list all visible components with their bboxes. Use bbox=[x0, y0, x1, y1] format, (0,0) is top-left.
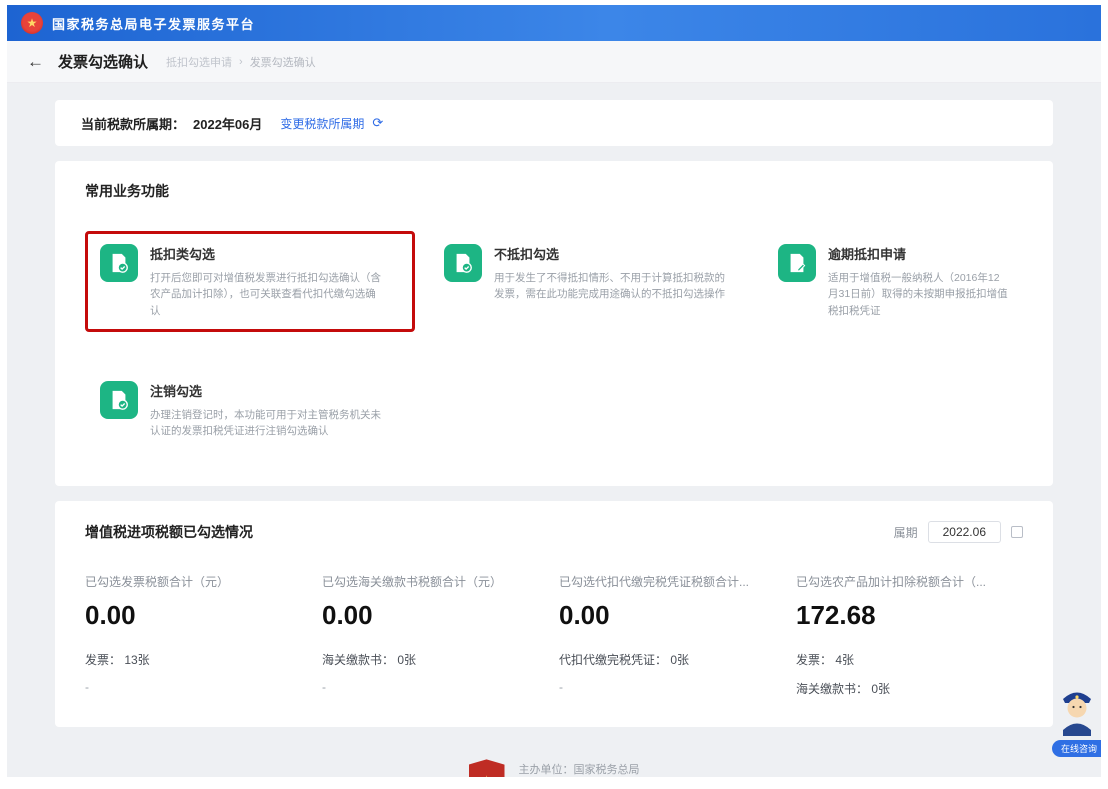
stat-label: 已勾选发票税额合计（元） bbox=[85, 575, 230, 590]
summary-period-picker: 属期 2022.06 bbox=[893, 521, 1023, 544]
stat-customs-tax-total: 已勾选海关缴款书税额合计（元） 0.00 海关缴款书： 0张 - bbox=[322, 573, 549, 697]
summary-period-label: 属期 bbox=[893, 525, 918, 540]
stat-value: 0.00 bbox=[322, 600, 373, 631]
assistant-avatar-icon[interactable] bbox=[1054, 684, 1100, 736]
tile-title: 不抵扣勾选 bbox=[494, 247, 560, 262]
stat-agri-deduction-total: 已勾选农产品加计扣除税额合计（... 172.68 发票： 4张 海关缴款书： … bbox=[796, 573, 1023, 697]
stat-sub: 发票： 13张 bbox=[85, 653, 150, 668]
tax-emblem-icon: ✦ bbox=[468, 759, 505, 777]
cancellation-check-icon bbox=[100, 380, 138, 419]
tax-period-card: 当前税款所属期： 2022年06月 变更税款所属期 ⟳ bbox=[55, 100, 1053, 146]
stat-value: 172.68 bbox=[796, 600, 876, 631]
tile-desc: 打开后您即可对增值税发票进行抵扣勾选确认（含农产品加计扣除），也可关联查看代扣代… bbox=[150, 272, 381, 317]
tile-overdue-deduction-apply[interactable]: 逾期抵扣申请 适用于增值税一般纳税人（2016年12月31日前）取得的未按期申报… bbox=[763, 231, 1023, 332]
tile-title: 逾期抵扣申请 bbox=[828, 247, 907, 262]
stat-value: 0.00 bbox=[85, 600, 136, 631]
tile-cancellation-check[interactable]: 注销勾选 办理注销登记时，本功能可用于对主管税务机关未认证的发票扣税凭证进行注销… bbox=[85, 368, 415, 453]
calendar-icon[interactable] bbox=[1011, 526, 1023, 539]
stat-sub: 海关缴款书： 0张 bbox=[322, 653, 417, 668]
breadcrumb-item-current: 发票勾选确认 bbox=[249, 56, 316, 69]
stat-sub2: - bbox=[559, 680, 563, 695]
overdue-deduction-apply-icon bbox=[778, 244, 816, 282]
breadcrumb-separator: › bbox=[239, 55, 243, 68]
tile-desc: 办理注销登记时，本功能可用于对主管税务机关未认证的发票扣税凭证进行注销勾选确认 bbox=[150, 408, 381, 438]
functions-card-title: 常用业务功能 bbox=[85, 183, 169, 199]
business-functions-card: 常用业务功能 抵扣类勾选 打开后您即可对增值税发票进行抵扣勾选确认（含农产品加计… bbox=[55, 161, 1053, 487]
back-arrow-icon[interactable]: ← bbox=[27, 52, 44, 72]
main-content: 当前税款所属期： 2022年06月 变更税款所属期 ⟳ 常用业务功能 抵扣类勾选… bbox=[7, 83, 1101, 777]
tax-period-value: 2022年06月 bbox=[193, 116, 263, 132]
page-title: 发票勾选确认 bbox=[58, 54, 149, 71]
summary-stats: 已勾选发票税额合计（元） 0.00 发票： 13张 - 已勾选海关缴款书税额合计… bbox=[85, 573, 1023, 697]
vat-summary-card: 增值税进项税额已勾选情况 属期 2022.06 已勾选发票税额合计（元） 0.0… bbox=[55, 501, 1053, 728]
stat-invoice-tax-total: 已勾选发票税额合计（元） 0.00 发票： 13张 - bbox=[85, 573, 312, 697]
footer-text: 主办单位：国家税务总局 版本号：1.2.3.6 bbox=[519, 759, 640, 777]
assistant-widget[interactable]: 在线咨询 bbox=[1049, 684, 1101, 757]
page-nav: ← 发票勾选确认 抵扣勾选申请 › 发票勾选确认 bbox=[7, 41, 1101, 83]
page-footer: ✦ 主办单位：国家税务总局 版本号：1.2.3.6 bbox=[55, 759, 1053, 777]
summary-header: 增值税进项税额已勾选情况 属期 2022.06 bbox=[85, 521, 1023, 544]
national-emblem-icon: ★ bbox=[21, 12, 43, 34]
tile-non-deduction-check[interactable]: 不抵扣勾选 用于发生了不得抵扣情形、不用于计算抵扣税款的发票，需在此功能完成用途… bbox=[429, 231, 749, 332]
summary-period-select[interactable]: 2022.06 bbox=[927, 521, 1001, 544]
tile-desc: 适用于增值税一般纳税人（2016年12月31日前）取得的未按期申报抵扣增值税扣税… bbox=[828, 272, 1008, 317]
stat-sub: 发票： 4张 bbox=[796, 653, 855, 668]
stat-withholding-tax-total: 已勾选代扣代缴完税凭证税额合计... 0.00 代扣代缴完税凭证： 0张 - bbox=[559, 573, 786, 697]
deduction-check-icon bbox=[100, 244, 138, 282]
change-period-link[interactable]: 变更税款所属期 bbox=[280, 115, 364, 132]
breadcrumb-item-parent[interactable]: 抵扣勾选申请 bbox=[166, 54, 232, 70]
stat-label: 已勾选海关缴款书税额合计（元） bbox=[322, 575, 503, 590]
refresh-icon[interactable]: ⟳ bbox=[372, 115, 383, 131]
tile-desc: 用于发生了不得抵扣情形、不用于计算抵扣税款的发票，需在此功能完成用途确认的不抵扣… bbox=[494, 272, 725, 301]
app-window: ★ 国家税务总局电子发票服务平台 ← 发票勾选确认 抵扣勾选申请 › 发票勾选确… bbox=[7, 5, 1101, 777]
footer-host-line: 主办单位：国家税务总局 bbox=[518, 764, 640, 777]
stat-sub2: - bbox=[85, 680, 89, 695]
stat-sub: 代扣代缴完税凭证： 0张 bbox=[559, 653, 690, 668]
stat-sub2: 海关缴款书： 0张 bbox=[796, 682, 891, 697]
stat-label: 已勾选代扣代缴完税凭证税额合计... bbox=[559, 575, 750, 590]
stat-value: 0.00 bbox=[559, 600, 610, 631]
tile-deduction-check[interactable]: 抵扣类勾选 打开后您即可对增值税发票进行抵扣勾选确认（含农产品加计扣除），也可关… bbox=[85, 231, 415, 332]
function-tiles: 抵扣类勾选 打开后您即可对增值税发票进行抵扣勾选确认（含农产品加计扣除），也可关… bbox=[85, 231, 1023, 452]
breadcrumb: 抵扣勾选申请 › 发票勾选确认 bbox=[166, 54, 316, 70]
app-header: ★ 国家税务总局电子发票服务平台 bbox=[7, 5, 1101, 41]
tile-title: 注销勾选 bbox=[150, 383, 203, 399]
stat-sub2: - bbox=[322, 680, 326, 695]
assistant-label[interactable]: 在线咨询 bbox=[1051, 740, 1101, 757]
app-title: 国家税务总局电子发票服务平台 bbox=[52, 16, 256, 32]
non-deduction-check-icon bbox=[444, 244, 482, 282]
stat-label: 已勾选农产品加计扣除税额合计（... bbox=[796, 575, 987, 590]
summary-card-title: 增值税进项税额已勾选情况 bbox=[85, 524, 253, 541]
tax-period-label: 当前税款所属期： bbox=[81, 116, 186, 132]
tile-title: 抵扣类勾选 bbox=[150, 247, 216, 262]
